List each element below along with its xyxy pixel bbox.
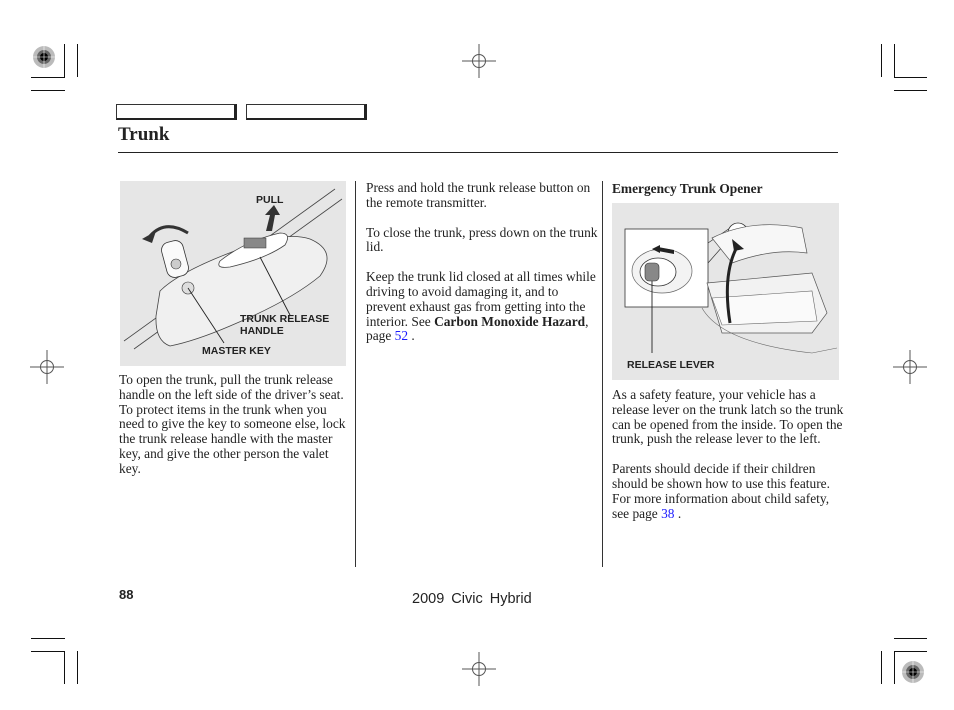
nav-tab-box-2[interactable]	[246, 104, 367, 120]
paragraph-keep-closed: Keep the trunk lid closed at all times w…	[366, 269, 596, 344]
emergency-trunk-opener-illustration	[624, 222, 838, 354]
column1-text: To open the trunk, pull the trunk releas…	[119, 372, 349, 492]
paragraph-safety-feature: As a safety feature, your vehicle has a …	[612, 387, 844, 447]
paragraph-close-trunk: To close the trunk, press down on the tr…	[366, 224, 598, 255]
carbon-monoxide-ref: Carbon Monoxide Hazard	[434, 313, 586, 329]
page-38-link[interactable]: 38	[661, 506, 674, 521]
nav-tab-box-1[interactable]	[116, 104, 237, 120]
crosshair-mark-right	[893, 350, 927, 384]
column2-text: Press and hold the trunk release button …	[366, 180, 598, 359]
callout-release-lever: RELEASE LEVER	[627, 359, 715, 371]
callout-trunk-release-line2: HANDLE	[240, 325, 284, 337]
trunk-release-handle-illustration	[123, 188, 343, 350]
trunk-release-handle-figure: PULL TRUNK RELEASE HANDLE MASTER KEY	[120, 181, 346, 366]
callout-trunk-release-line1: TRUNK RELEASE	[240, 313, 330, 325]
page-52-link[interactable]: 52	[395, 328, 408, 343]
callout-master-key: MASTER KEY	[202, 345, 271, 357]
footer-title: 2009 Civic Hybrid	[412, 591, 532, 607]
crosshair-mark-top	[462, 44, 496, 78]
crosshair-mark-bottom	[462, 652, 496, 686]
callout-pull: PULL	[256, 194, 284, 206]
section-heading-emergency-opener: Emergency Trunk Opener	[612, 181, 763, 196]
registration-target-icon	[902, 661, 924, 683]
column3-text: As a safety feature, your vehicle has a …	[612, 387, 844, 536]
column-divider-1	[355, 181, 356, 567]
page-number: 88	[119, 587, 134, 602]
registration-target-icon	[33, 46, 55, 68]
paragraph-open-trunk: To open the trunk, pull the trunk releas…	[119, 372, 346, 476]
column-divider-2	[602, 181, 603, 567]
page-title: Trunk	[118, 124, 170, 145]
crosshair-mark-left	[30, 350, 64, 384]
title-rule	[118, 152, 838, 153]
paragraph-parents: Parents should decide if their children …	[612, 461, 830, 521]
emergency-trunk-opener-figure: RELEASE LEVER	[612, 203, 839, 380]
paragraph-remote: Press and hold the trunk release button …	[366, 180, 591, 210]
